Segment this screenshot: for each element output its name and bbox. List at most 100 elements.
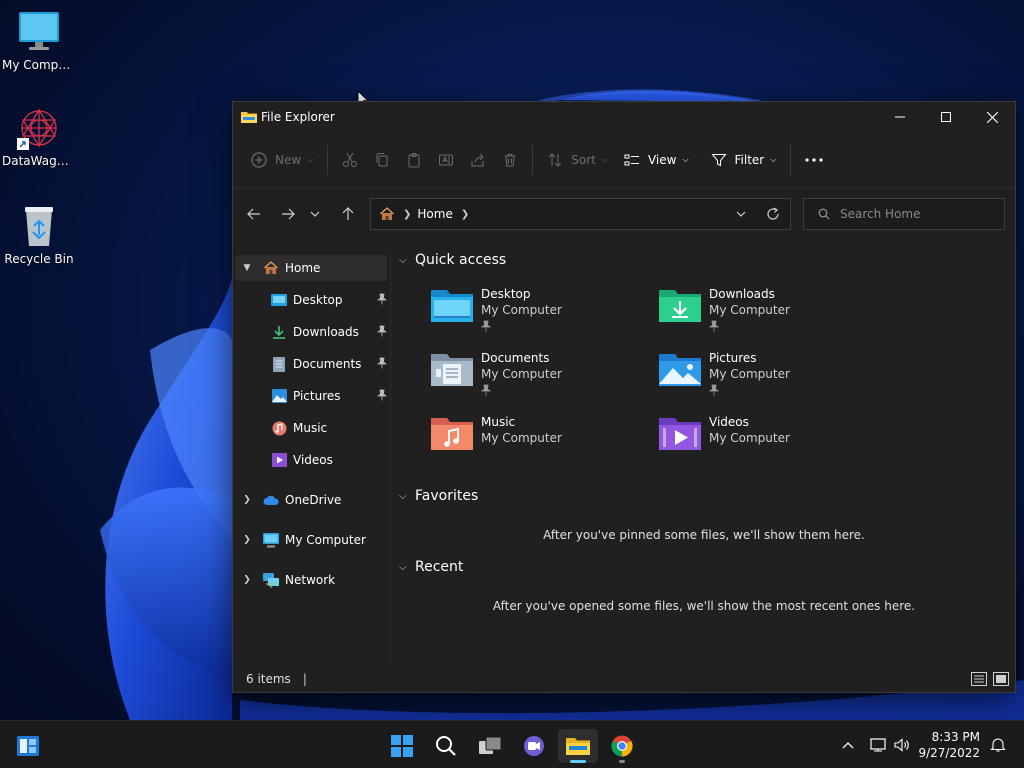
sidebar-item-label: My Computer [285,533,366,547]
sidebar-item-videos[interactable]: Videos [271,447,387,473]
taskbar-clock[interactable]: 8:33 PM 9/27/2022 [918,729,980,761]
minimize-button[interactable] [877,102,923,132]
refresh-icon [767,207,779,220]
pin-icon [377,325,387,337]
desktop-icon-label: My Computer [2,58,78,72]
chevron-down-icon: ⌵ [307,154,314,164]
rename-button[interactable] [430,144,462,176]
view-button[interactable]: View ⌵ [616,144,697,176]
filter-label: Filter [734,152,765,167]
file-explorer-taskbar-button[interactable] [558,729,598,763]
breadcrumb-home[interactable]: Home [417,207,452,221]
more-options-button[interactable] [797,144,831,176]
sidebar-item-label: Pictures [293,389,341,403]
notification-bell-icon[interactable] [990,737,1006,753]
show-hidden-icons-chevron-up-icon[interactable] [842,741,854,749]
recent-locations-button[interactable] [303,198,327,230]
expand-chevron-icon[interactable]: ❯ [241,535,253,545]
maximize-button[interactable] [923,102,969,132]
sidebar-item-label: Home [285,261,321,275]
quick-access-item-desktop[interactable]: Desktop My Computer [429,286,649,342]
network-icon[interactable] [870,738,886,752]
search-taskbar-button[interactable] [426,729,466,763]
expand-chevron-icon[interactable]: ❯ [241,575,253,585]
close-icon [986,111,998,123]
share-button[interactable] [462,144,494,176]
documents-folder-icon [429,350,475,390]
system-tray [838,721,910,768]
minimize-icon [895,116,905,118]
view-label: View [647,152,677,167]
task-view-icon [479,736,502,754]
paste-button[interactable] [398,144,430,176]
title-bar[interactable]: File Explorer [233,102,1015,132]
desktop-folder-icon [271,292,287,308]
chevron-down-icon: ⌵ [601,154,608,164]
downloads-folder-icon [657,286,703,326]
forward-button[interactable] [271,198,305,230]
quick-access-item-videos[interactable]: Videos My Computer [657,414,877,470]
sidebar-item-network[interactable]: ❯ Network [241,567,387,593]
document-icon [271,356,287,372]
up-button[interactable] [331,198,365,230]
quick-access-header[interactable]: ⌵ Quick access [399,252,506,268]
volume-icon[interactable] [894,738,910,752]
sidebar-item-home[interactable]: ▼ Home [235,255,387,281]
desktop-icon-my-computer[interactable]: My Computer [0,10,78,72]
sidebar-item-onedrive[interactable]: ❯ OneDrive [241,487,387,513]
address-bar[interactable]: ❯ Home ❯ [370,198,791,230]
trash-icon [504,153,516,166]
search-input[interactable] [840,207,990,221]
search-box[interactable] [803,198,1005,230]
sidebar-item-label: Music [293,421,328,435]
breadcrumb-separator-icon[interactable]: ❯ [461,209,469,220]
collapse-chevron-icon: ⌵ [399,561,407,573]
quick-access-item-pictures[interactable]: Pictures My Computer [657,350,877,406]
recycle-bin-icon [17,204,61,248]
sidebar-item-my-computer[interactable]: ❯ My Computer [241,527,387,553]
sidebar-item-documents[interactable]: Documents [271,351,387,377]
desktop-icon-recycle-bin[interactable]: Recycle Bin [0,204,78,266]
quick-access-item-downloads[interactable]: Downloads My Computer [657,286,877,342]
details-view-icon[interactable] [971,672,987,686]
close-button[interactable] [969,102,1015,132]
widgets-button[interactable] [8,729,48,763]
start-button[interactable] [382,729,422,763]
filter-button[interactable]: Filter ⌵ [703,144,785,176]
copy-icon [376,152,388,166]
sidebar-item-desktop[interactable]: Desktop [271,287,387,313]
desktop-icon-datawagon[interactable]: DataWagon... [0,106,78,168]
scissors-icon [343,152,358,167]
delete-button[interactable] [494,144,526,176]
sort-label: Sort [571,152,596,167]
toolbar-divider [327,144,329,175]
cut-button[interactable] [334,144,366,176]
arrow-right-icon [282,208,295,220]
teams-chat-button[interactable] [514,729,554,763]
pin-icon [708,384,720,396]
sidebar-item-music[interactable]: Music [271,415,387,441]
back-button[interactable] [237,198,271,230]
expand-chevron-icon[interactable]: ❯ [241,495,253,505]
tiles-view-icon[interactable] [993,672,1009,686]
cloud-icon [263,492,279,508]
new-button[interactable]: New ⌵ [243,144,321,176]
sidebar-item-label: Network [285,573,336,587]
quick-access-item-music[interactable]: Music My Computer [429,414,649,470]
item-location: My Computer [709,431,790,445]
chrome-taskbar-button[interactable] [602,729,642,763]
copy-button[interactable] [366,144,398,176]
sort-button[interactable]: Sort ⌵ [539,144,616,176]
task-view-button[interactable] [470,729,510,763]
item-count: 6 items [246,672,291,686]
recent-header[interactable]: ⌵ Recent [399,559,463,575]
sidebar-item-downloads[interactable]: Downloads [271,319,387,345]
sidebar-item-pictures[interactable]: Pictures [271,383,387,409]
search-icon [436,736,456,756]
expand-chevron-icon[interactable]: ▼ [241,263,253,273]
pin-icon [480,320,492,332]
quick-access-item-documents[interactable]: Documents My Computer [429,350,649,406]
favorites-header[interactable]: ⌵ Favorites [399,488,478,504]
ellipsis-icon [805,157,823,162]
videos-folder-icon [657,414,703,454]
